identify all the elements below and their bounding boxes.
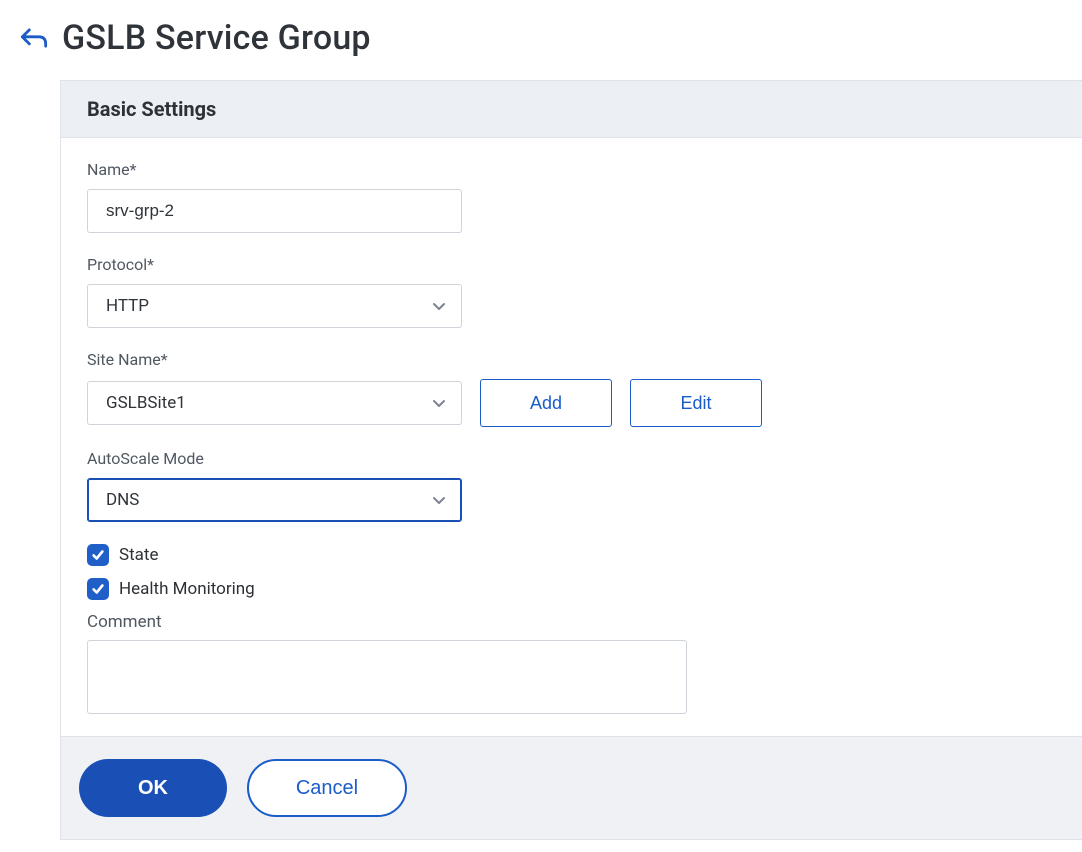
protocol-select[interactable]: HTTP xyxy=(87,284,462,328)
ok-button[interactable]: OK xyxy=(79,759,227,817)
state-checkbox[interactable] xyxy=(87,544,109,566)
state-label: State xyxy=(119,545,158,565)
add-button[interactable]: Add xyxy=(480,379,612,427)
protocol-value: HTTP xyxy=(106,296,149,316)
site-name-label: Site Name* xyxy=(87,350,1073,369)
comment-label: Comment xyxy=(87,612,1073,632)
state-checkbox-row: State xyxy=(87,544,1073,566)
protocol-label: Protocol* xyxy=(87,255,1073,274)
panel-footer: OK Cancel xyxy=(61,736,1082,839)
name-field: Name* xyxy=(87,160,1073,233)
chevron-down-icon xyxy=(429,490,449,510)
page-title: GSLB Service Group xyxy=(62,18,371,58)
health-monitoring-checkbox-row: Health Monitoring xyxy=(87,578,1073,600)
autoscale-select[interactable]: DNS xyxy=(87,478,462,522)
autoscale-label: AutoScale Mode xyxy=(87,449,1073,468)
health-monitoring-label: Health Monitoring xyxy=(119,579,255,599)
site-name-value: GSLBSite1 xyxy=(106,393,186,413)
chevron-down-icon xyxy=(429,296,449,316)
protocol-field: Protocol* HTTP xyxy=(87,255,1073,328)
name-label: Name* xyxy=(87,160,1073,179)
page-title-row: GSLB Service Group xyxy=(20,18,1082,58)
health-monitoring-checkbox[interactable] xyxy=(87,578,109,600)
name-input[interactable] xyxy=(87,189,462,233)
panel-title: Basic Settings xyxy=(61,81,1082,138)
edit-button[interactable]: Edit xyxy=(630,379,762,427)
autoscale-value: DNS xyxy=(106,490,139,510)
chevron-down-icon xyxy=(429,393,449,413)
autoscale-field: AutoScale Mode DNS xyxy=(87,449,1073,522)
cancel-button[interactable]: Cancel xyxy=(247,759,407,817)
comment-textarea[interactable] xyxy=(87,640,687,714)
back-icon[interactable] xyxy=(20,26,48,50)
site-name-select[interactable]: GSLBSite1 xyxy=(87,381,462,425)
basic-settings-panel: Basic Settings Name* Protocol* HTTP Sit xyxy=(60,80,1082,840)
site-name-field: Site Name* GSLBSite1 Add Edit xyxy=(87,350,1073,427)
